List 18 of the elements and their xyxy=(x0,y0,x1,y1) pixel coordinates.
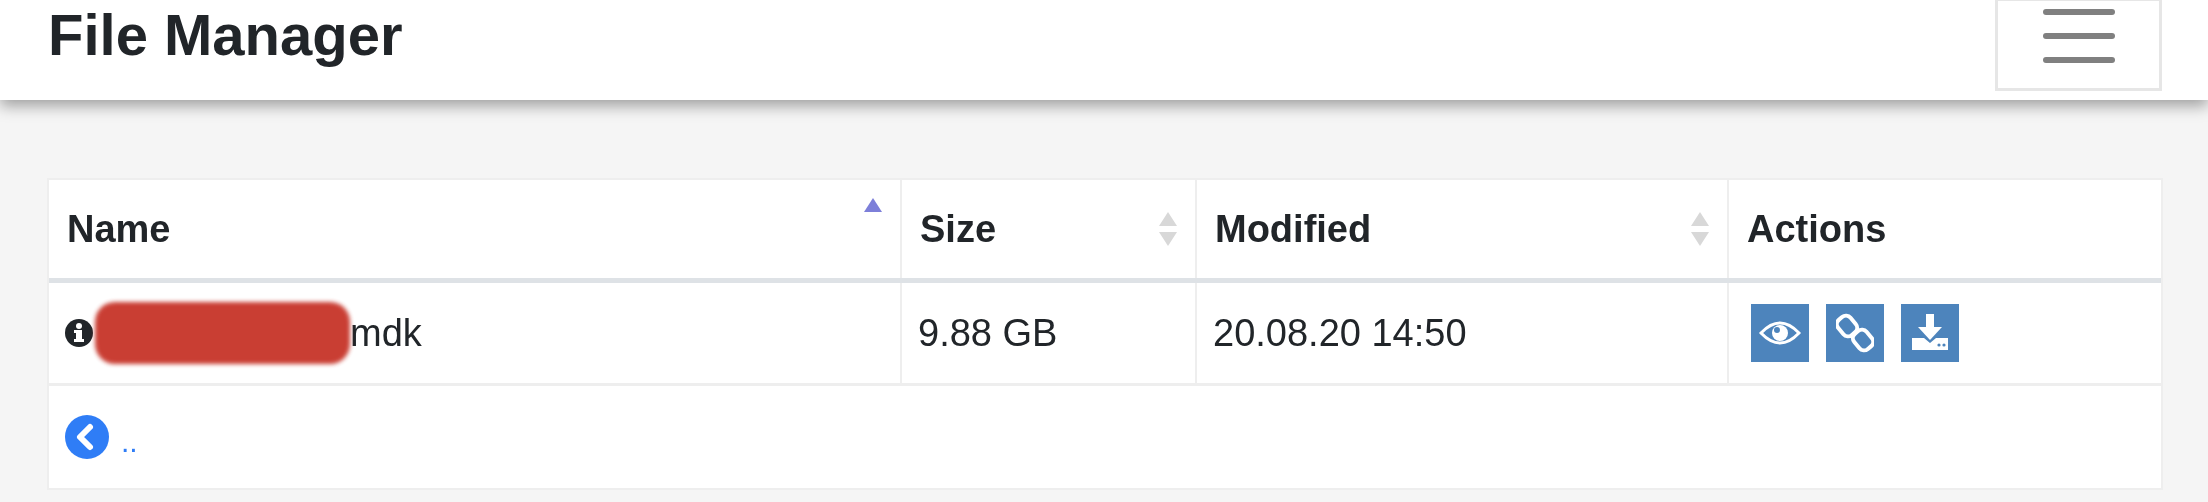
eye-icon xyxy=(1759,319,1801,347)
link-icon xyxy=(1836,313,1874,353)
menu-button[interactable] xyxy=(1995,0,2162,91)
column-header[interactable]: Modified xyxy=(1197,180,1729,278)
column-header: Actions xyxy=(1746,206,1888,252)
menu-icon xyxy=(2041,9,2116,63)
column-header[interactable]: Name xyxy=(49,180,902,278)
modified-date: 20.08.20 14:50 xyxy=(1213,310,1467,356)
file-name[interactable]: mdk xyxy=(350,304,422,362)
link-button[interactable] xyxy=(1826,304,1884,362)
download-icon xyxy=(1910,314,1950,352)
download-button[interactable] xyxy=(1901,304,1959,362)
column-header[interactable]: Size xyxy=(902,180,1197,278)
parent-directory-link[interactable]: .. xyxy=(121,418,138,464)
file-size: 9.88 GB xyxy=(918,310,1058,356)
info-icon[interactable] xyxy=(65,319,93,347)
back-icon[interactable] xyxy=(65,415,109,459)
view-button[interactable] xyxy=(1751,304,1809,362)
